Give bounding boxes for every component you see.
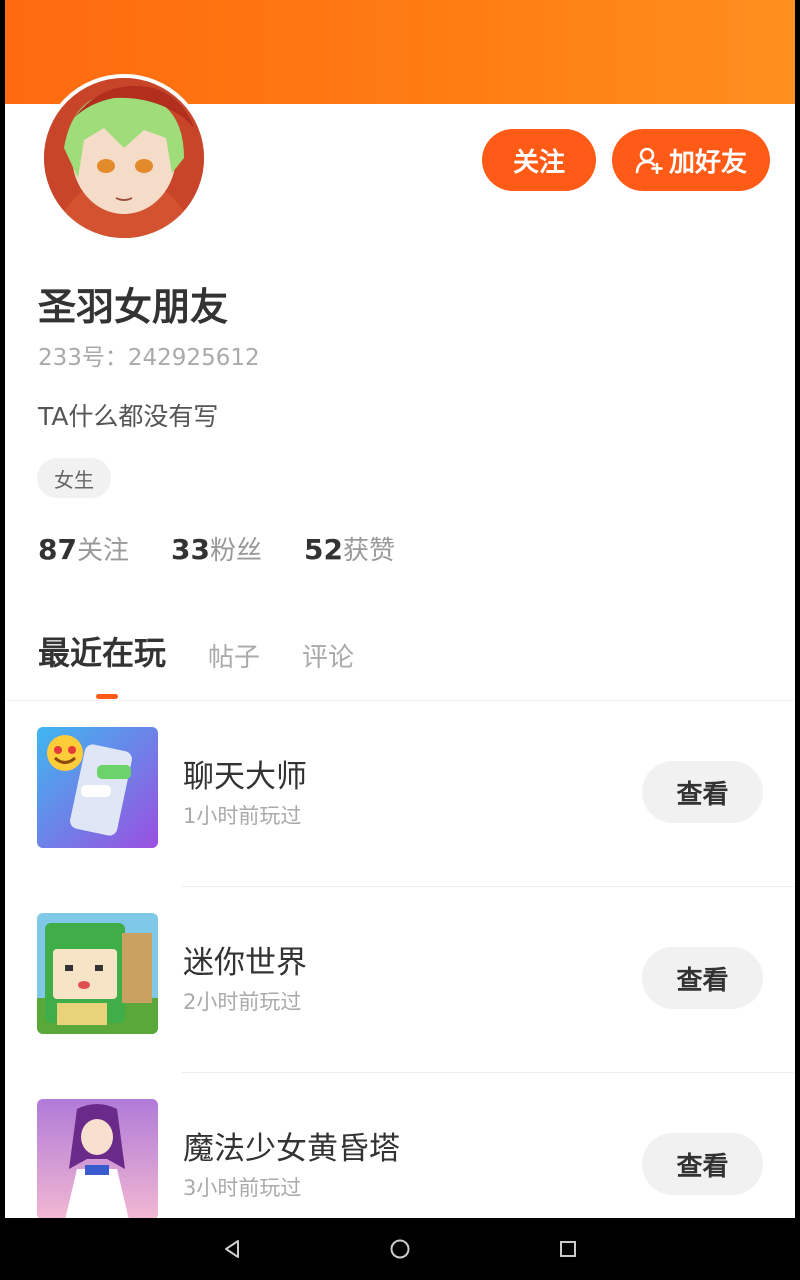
- add-friend-button-label: 加好友: [668, 147, 747, 178]
- game-list-item[interactable]: 魔法少女黄昏塔 3小时前玩过 查看: [5, 1073, 795, 1218]
- tab-comments[interactable]: 评论: [302, 637, 354, 674]
- avatar-image: [44, 78, 204, 238]
- profile-bio: TA什么都没有写: [38, 402, 219, 431]
- profile-stats: 87关注 33粉丝 52获赞: [38, 530, 395, 567]
- system-navigation-bar: [0, 1218, 800, 1280]
- game-name: 魔法少女黄昏塔: [183, 1131, 400, 1167]
- game-played-time: 2小时前玩过: [183, 990, 302, 1014]
- stat-followers-count: 33: [170, 533, 210, 566]
- add-friend-button[interactable]: 加好友: [612, 129, 770, 191]
- profile-tabs: 最近在玩 帖子 评论: [38, 628, 354, 674]
- add-user-icon: [635, 147, 663, 174]
- follow-button[interactable]: 关注: [482, 129, 596, 191]
- game-list-item[interactable]: 迷你世界 2小时前玩过 查看: [5, 887, 795, 1073]
- chat-master-game-icon: [37, 727, 158, 848]
- stat-followers-label: 粉丝: [209, 536, 262, 566]
- view-game-button[interactable]: 查看: [642, 1133, 763, 1195]
- screen-edge-right: [795, 0, 800, 1218]
- stat-likes-count: 52: [303, 533, 343, 566]
- game-name: 聊天大师: [183, 759, 307, 795]
- stat-likes-label: 获赞: [342, 536, 395, 566]
- profile-id: 233号：242925612: [38, 345, 260, 371]
- active-tab-indicator: [96, 694, 118, 699]
- recents-square-icon[interactable]: [538, 1218, 598, 1280]
- stat-followers[interactable]: 33粉丝: [171, 530, 262, 567]
- stat-following-label: 关注: [76, 536, 129, 566]
- magic-girl-tower-game-icon: [37, 1099, 158, 1218]
- game-list-item[interactable]: 聊天大师 1小时前玩过 查看: [5, 701, 795, 887]
- view-game-button[interactable]: 查看: [642, 947, 763, 1009]
- game-played-time: 1小时前玩过: [183, 804, 302, 828]
- tab-recently-played[interactable]: 最近在玩: [38, 628, 166, 674]
- tab-posts[interactable]: 帖子: [208, 637, 260, 674]
- game-played-time: 3小时前玩过: [183, 1176, 302, 1200]
- stat-following[interactable]: 87关注: [38, 530, 129, 567]
- mini-world-game-icon: [37, 913, 158, 1034]
- avatar[interactable]: [40, 74, 208, 242]
- game-name: 迷你世界: [183, 945, 307, 981]
- back-triangle-icon[interactable]: [202, 1218, 262, 1280]
- gender-tag: 女生: [37, 458, 111, 498]
- stat-likes[interactable]: 52获赞: [304, 530, 395, 567]
- stat-following-count: 87: [38, 533, 77, 566]
- view-game-button[interactable]: 查看: [642, 761, 763, 823]
- profile-name: 圣羽女朋友: [38, 285, 229, 329]
- home-circle-icon[interactable]: [370, 1218, 430, 1280]
- follow-button-label: 关注: [512, 147, 565, 178]
